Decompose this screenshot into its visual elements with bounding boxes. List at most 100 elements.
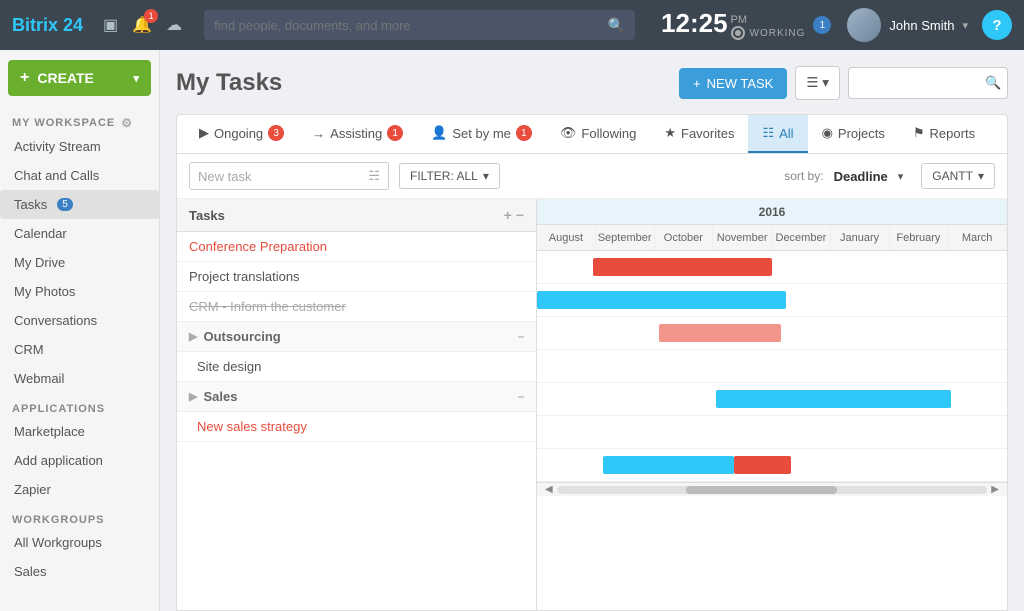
content-area: New task ☵ FILTER: ALL ▾ sort by: Deadli… [176, 153, 1008, 611]
scroll-left-arrow[interactable]: ◀ [541, 484, 557, 495]
task-list-header: Tasks + − [177, 199, 536, 232]
sidebar-item-sales[interactable]: Sales [0, 557, 159, 586]
task-row-translations[interactable]: Project translations [177, 262, 536, 292]
global-search-bar[interactable]: 🔍 [204, 10, 635, 40]
task-search-icon: 🔍 [985, 75, 1001, 91]
task-row-conference[interactable]: Conference Preparation [177, 232, 536, 262]
sidebar-item-conversations[interactable]: Conversations [0, 306, 159, 335]
working-label: WORKING [750, 28, 806, 39]
new-task-button[interactable]: + NEW TASK [679, 68, 787, 99]
gear-icon[interactable]: ⚙ [121, 116, 133, 130]
task-row-sales[interactable]: ▶ Sales – [177, 382, 536, 412]
create-button[interactable]: + CREATE ▾ [8, 60, 151, 96]
bell-icon[interactable]: 🔔 1 [132, 15, 152, 35]
sidebar-item-all-workgroups[interactable]: All Workgroups [0, 528, 159, 557]
applications-label: APPLICATIONS [12, 403, 105, 415]
tab-reports-label: Reports [930, 126, 976, 141]
tab-reports[interactable]: ⚑ Reports [899, 115, 989, 153]
filter-label: FILTER: ALL [410, 169, 478, 183]
favorites-icon: ★ [664, 125, 676, 141]
sidebar-item-my-photos[interactable]: My Photos [0, 277, 159, 306]
ongoing-icon: ▶ [199, 125, 209, 141]
global-search-input[interactable] [214, 18, 608, 33]
gantt-row-4 [537, 383, 1007, 416]
outsourcing-expand-arrow: ▶ [189, 330, 197, 343]
task-list: Tasks + − Conference Preparation Project… [177, 199, 537, 610]
reports-icon: ⚑ [913, 125, 925, 141]
month-december: December [772, 225, 831, 250]
tab-favorites[interactable]: ★ Favorites [650, 115, 748, 153]
gantt-months: August September October November Decemb… [537, 225, 1007, 251]
workgroups-label: WORKGROUPS [12, 514, 105, 526]
sidebar-item-tasks[interactable]: Tasks 5 [0, 190, 159, 219]
task-row-crm[interactable]: CRM - Inform the customer [177, 292, 536, 322]
tab-assisting[interactable]: → Assisting 1 [298, 115, 417, 153]
new-task-plus-icon: + [693, 76, 701, 91]
sidebar: + CREATE ▾ MY WORKSPACE ⚙ Activity Strea… [0, 50, 160, 611]
cloud-icon[interactable]: ☁ [166, 15, 182, 35]
avatar [847, 8, 881, 42]
working-status[interactable]: WORKING [731, 26, 806, 40]
gantt-button[interactable]: GANTT ▾ [921, 163, 995, 189]
sidebar-item-my-drive[interactable]: My Drive [0, 248, 159, 277]
sidebar-item-zapier[interactable]: Zapier [0, 475, 159, 504]
sidebar-item-activity-stream[interactable]: Activity Stream [0, 132, 159, 161]
gantt-row-5 [537, 416, 1007, 449]
bar-site-design [716, 390, 951, 408]
gantt-scrollbar[interactable]: ◀ ▶ [537, 482, 1007, 496]
tab-projects[interactable]: ◉ Projects [808, 115, 899, 153]
webmail-label: Webmail [14, 371, 64, 386]
tab-following-label: Following [581, 126, 636, 141]
task-search-bar[interactable]: 🔍 [848, 67, 1008, 99]
tab-all[interactable]: ☷ All [748, 115, 807, 153]
tasks-label: Tasks [14, 197, 47, 212]
scroll-thumb[interactable] [686, 486, 837, 494]
working-dot [731, 26, 745, 40]
my-photos-label: My Photos [14, 284, 75, 299]
monitor-icon[interactable]: ▣ [103, 15, 118, 35]
my-drive-label: My Drive [14, 255, 65, 270]
current-time: 12:25 [661, 10, 728, 36]
chat-calls-label: Chat and Calls [14, 168, 99, 183]
logo: Bitrix 24 [12, 15, 83, 36]
task-row-site-design[interactable]: Site design [177, 352, 536, 382]
tab-all-label: All [779, 126, 793, 141]
gantt-label: GANTT [932, 169, 973, 183]
sidebar-item-webmail[interactable]: Webmail [0, 364, 159, 393]
crm-label: CRM [14, 342, 44, 357]
sidebar-item-marketplace[interactable]: Marketplace [0, 417, 159, 446]
all-icon: ☷ [762, 125, 774, 141]
sidebar-item-chat-calls[interactable]: Chat and Calls [0, 161, 159, 190]
task-search-input[interactable] [859, 76, 979, 91]
sidebar-item-calendar[interactable]: Calendar [0, 219, 159, 248]
zapier-label: Zapier [14, 482, 51, 497]
sidebar-item-crm[interactable]: CRM [0, 335, 159, 364]
task-row-new-sales[interactable]: New sales strategy [177, 412, 536, 442]
view-toggle-button[interactable]: ☰ ▾ [795, 66, 840, 100]
help-button[interactable]: ? [982, 10, 1012, 40]
sidebar-item-add-application[interactable]: Add application [0, 446, 159, 475]
new-task-input[interactable]: New task ☵ [189, 162, 389, 190]
tab-ongoing-label: Ongoing [214, 126, 263, 141]
conference-task-label: Conference Preparation [189, 239, 327, 254]
translations-task-label: Project translations [189, 269, 300, 284]
main-layout: + CREATE ▾ MY WORKSPACE ⚙ Activity Strea… [0, 50, 1024, 611]
scroll-track[interactable] [557, 486, 988, 494]
scroll-right-arrow[interactable]: ▶ [987, 484, 1003, 495]
sales-task-label: Sales [203, 389, 237, 404]
sort-value[interactable]: Deadline [834, 169, 888, 184]
user-section[interactable]: John Smith ▾ [847, 8, 968, 42]
tab-ongoing[interactable]: ▶ Ongoing 3 [185, 115, 298, 153]
sort-arrow[interactable]: ▾ [898, 170, 904, 183]
zoom-out-icon[interactable]: − [516, 207, 524, 223]
logo-bitrix: Bitrix [12, 15, 58, 35]
set-by-me-badge: 1 [516, 125, 532, 141]
tab-set-by-me[interactable]: 👤 Set by me 1 [417, 115, 546, 153]
tab-following[interactable]: 👁 Following [546, 115, 650, 153]
time-section: 12:25 PM WORKING 1 [661, 10, 831, 40]
task-row-outsourcing[interactable]: ▶ Outsourcing – [177, 322, 536, 352]
filter-button[interactable]: FILTER: ALL ▾ [399, 163, 500, 189]
search-icon: 🔍 [608, 17, 625, 34]
logo-24: 24 [58, 15, 83, 35]
zoom-in-icon[interactable]: + [504, 207, 512, 223]
